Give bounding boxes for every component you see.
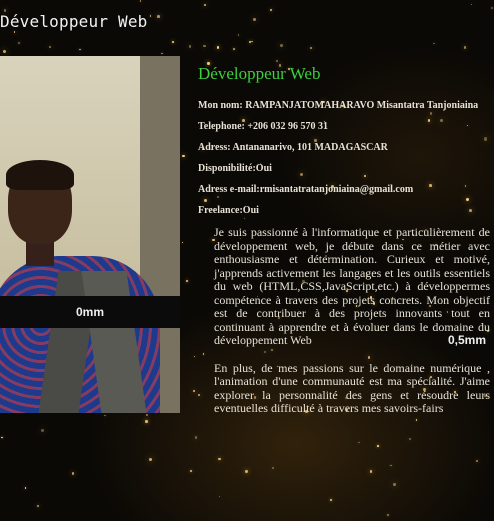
bio: Je suis passionné à l'informatique et pa… xyxy=(214,225,490,416)
bio-paragraph-2: En plus, de mes passions sur le domaine … xyxy=(214,360,490,415)
star xyxy=(195,436,198,439)
star xyxy=(433,43,435,45)
star xyxy=(408,437,411,440)
star xyxy=(192,389,195,392)
star xyxy=(470,3,473,6)
star xyxy=(369,470,373,473)
star xyxy=(392,482,397,487)
bio-paragraph-1: Je suis passionné à l'informatique et pa… xyxy=(214,225,490,347)
star xyxy=(2,49,6,53)
star xyxy=(18,42,20,44)
star xyxy=(139,0,142,2)
star xyxy=(145,413,149,417)
star xyxy=(181,242,183,244)
profile-address: Adress: Antananarivo, 101 MADAGASCAR xyxy=(198,142,388,153)
star xyxy=(279,44,283,48)
profile-phone: Telephone: +206 032 96 570 31 xyxy=(198,121,329,132)
star xyxy=(475,459,478,462)
star xyxy=(185,280,188,283)
photo-label: 0mm xyxy=(0,296,180,328)
star xyxy=(270,8,273,11)
profile-email: Adress e-mail:rmisantatratanjoniaina@gma… xyxy=(198,184,414,195)
star xyxy=(310,47,312,50)
profile-content: Développeur Web Mon nom: RAMPANJATOMAHAR… xyxy=(198,64,490,430)
star xyxy=(329,498,332,501)
star xyxy=(253,18,257,22)
star xyxy=(104,415,106,417)
profile-availability: Disponibilité:Oui xyxy=(198,163,272,174)
star xyxy=(72,472,75,475)
star xyxy=(390,465,392,467)
profile-heading: Développeur Web xyxy=(198,64,321,83)
star xyxy=(172,41,174,44)
star xyxy=(1,436,3,439)
star xyxy=(189,45,192,48)
star xyxy=(272,467,275,470)
star xyxy=(218,496,220,498)
star xyxy=(491,7,493,9)
star xyxy=(464,46,467,49)
profile-photo xyxy=(0,56,180,413)
star xyxy=(40,428,44,432)
profile-freelance: Freelance:Oui xyxy=(198,205,259,216)
star xyxy=(218,457,221,461)
star xyxy=(190,470,192,472)
star xyxy=(237,34,240,36)
star xyxy=(233,48,235,50)
star xyxy=(24,487,26,489)
profile-name: Mon nom: RAMPANJATOMAHARAVO Misantatra T… xyxy=(198,100,479,111)
star xyxy=(245,470,248,473)
star xyxy=(377,445,379,448)
star xyxy=(149,458,153,462)
star xyxy=(275,59,278,62)
site-title: Développeur Web xyxy=(0,12,148,31)
star xyxy=(79,49,81,51)
star xyxy=(251,40,253,43)
star xyxy=(37,504,40,507)
star xyxy=(358,441,360,443)
star xyxy=(145,420,148,423)
star xyxy=(161,52,163,55)
star xyxy=(387,514,389,516)
star xyxy=(13,31,16,34)
photo-hair xyxy=(6,160,74,190)
star xyxy=(157,15,160,18)
star xyxy=(217,46,220,49)
star xyxy=(193,355,196,358)
star xyxy=(48,45,52,49)
star xyxy=(204,4,207,7)
star xyxy=(149,15,151,17)
star xyxy=(182,155,185,158)
star xyxy=(202,44,206,48)
